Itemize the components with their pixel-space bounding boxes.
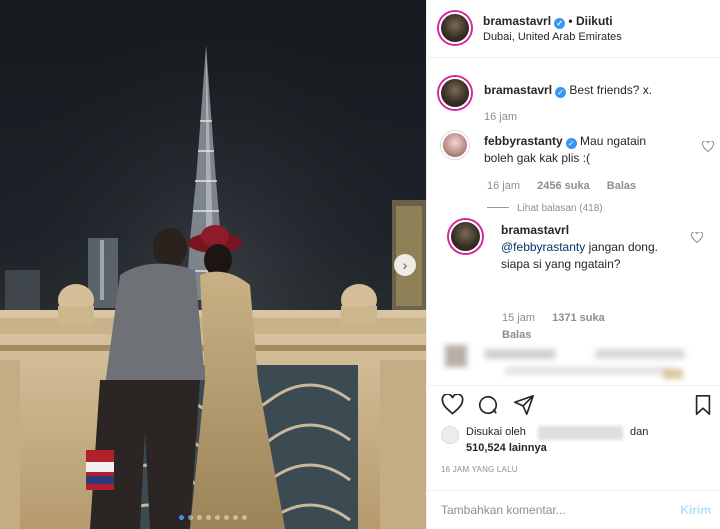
post-sidebar: bramastavrl ✓ • Diikuti Dubai, United Ara… [426, 0, 720, 529]
carousel-dot [215, 515, 220, 520]
post-timestamp[interactable]: 16 JAM YANG LALU [441, 465, 518, 474]
carousel-indicator [0, 515, 426, 520]
heart-icon[interactable] [441, 394, 464, 415]
reply-time[interactable]: 15 jam [502, 312, 535, 324]
post-author: bramastavrl ✓ • Diikuti [483, 14, 613, 29]
reply-button[interactable]: Balas [607, 180, 636, 192]
next-slide-button[interactable]: › [394, 254, 416, 276]
heart-icon[interactable] [702, 141, 714, 152]
comment-likes[interactable]: 2456 suka [537, 180, 590, 192]
post-header: bramastavrl ✓ • Diikuti Dubai, United Ara… [427, 0, 720, 58]
follow-status-button[interactable]: Diikuti [576, 14, 613, 28]
avatar[interactable] [439, 77, 471, 109]
carousel-dot [242, 515, 247, 520]
reply-meta: 15 jam 1371 suka [502, 312, 619, 324]
comment: febbyrastanty ✓ Mau ngatain boleh gak kak… [441, 131, 716, 201]
carousel-dot [188, 515, 193, 520]
caption-text: Best friends? x. [569, 83, 653, 97]
heart-icon[interactable] [691, 232, 703, 243]
comment-reply: bramastavrl @febbyrastanty jangan dong. … [449, 220, 717, 350]
carousel-dot [224, 515, 229, 520]
reply-username[interactable]: bramastavrl [501, 223, 569, 237]
chevron-right-icon: › [402, 257, 408, 273]
carousel-dot [179, 515, 184, 520]
avatar[interactable] [449, 220, 482, 253]
action-bar [427, 385, 720, 425]
reply-button[interactable]: Balas [502, 329, 531, 341]
censored-liker [538, 426, 623, 440]
caption-body: bramastavrl ✓ Best friends? x. [484, 82, 684, 99]
comment-username[interactable]: febbyrastanty [484, 134, 563, 148]
reply-body: bramastavrl @febbyrastanty jangan dong. … [501, 222, 671, 273]
location-link[interactable]: Dubai, United Arab Emirates [483, 31, 622, 43]
comment-body: febbyrastanty ✓ Mau ngatain boleh gak kak… [484, 133, 659, 167]
comment-meta: 16 jam 2456 suka Balas [487, 180, 650, 192]
likes-prefix: Disukai oleh [466, 426, 526, 438]
likes-conjunction: dan [630, 426, 649, 438]
verified-icon: ✓ [555, 87, 567, 98]
reply-likes[interactable]: 1371 suka [552, 312, 605, 324]
caption: bramastavrl ✓ Best friends? x. 16 jam [439, 77, 709, 137]
separator: • [568, 14, 573, 28]
avatar[interactable] [439, 12, 471, 44]
bookmark-icon[interactable] [694, 394, 712, 416]
censored-comment [445, 345, 715, 381]
liker-avatar[interactable] [441, 426, 459, 444]
author-username[interactable]: bramastavrl [483, 14, 551, 28]
view-replies-button[interactable]: Lihat balasan (418) [487, 203, 603, 214]
carousel-dot [233, 515, 238, 520]
carousel-dot [206, 515, 211, 520]
carousel-dot [197, 515, 202, 520]
add-comment-bar: Tambahkan komentar... Kirim [427, 490, 720, 529]
comment-icon[interactable] [477, 394, 499, 416]
verified-icon: ✓ [554, 18, 566, 29]
post-photo[interactable]: › [0, 0, 426, 529]
mention-link[interactable]: @febbyrastanty [501, 240, 585, 254]
comment-input[interactable]: Tambahkan komentar... [441, 503, 566, 517]
send-button[interactable]: Kirim [680, 503, 711, 517]
avatar[interactable] [441, 131, 469, 159]
caption-username[interactable]: bramastavrl [484, 83, 552, 97]
verified-icon: ✓ [565, 138, 577, 149]
photo-scene [0, 0, 426, 529]
likes-count[interactable]: 510,524 lainnya [466, 440, 547, 457]
comment-time[interactable]: 16 jam [487, 180, 520, 192]
caption-time[interactable]: 16 jam [484, 111, 517, 123]
share-icon[interactable] [513, 394, 535, 416]
